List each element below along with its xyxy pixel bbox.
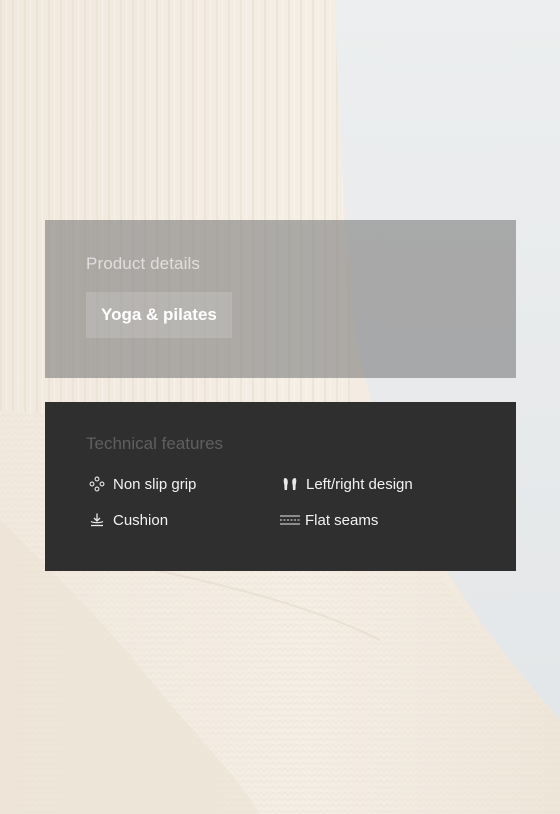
feature-label: Cushion [113,511,169,529]
product-details-title: Product details [86,254,200,273]
technical-features-panel: Technical features Non slip grip Left/ri… [45,402,516,571]
feature-non-slip-grip: Non slip grip [87,474,196,494]
technical-features-title: Technical features [86,434,224,453]
activity-tag-label: Yoga & pilates [101,305,217,324]
grip-dots-icon [87,474,107,494]
product-details-panel: Product details Yoga & pilates [45,220,516,378]
feature-cushion: Cushion [87,510,168,530]
feature-label: Flat seams [305,511,379,529]
feature-flat-seams: Flat seams [278,510,378,530]
feature-label: Left/right design [306,475,413,493]
feet-icon [280,474,300,494]
feature-left-right-design: Left/right design [280,474,413,494]
activity-tag[interactable]: Yoga & pilates [86,292,232,338]
feature-label: Non slip grip [113,475,197,493]
cushion-icon [87,510,107,530]
flat-seams-icon [278,510,302,530]
